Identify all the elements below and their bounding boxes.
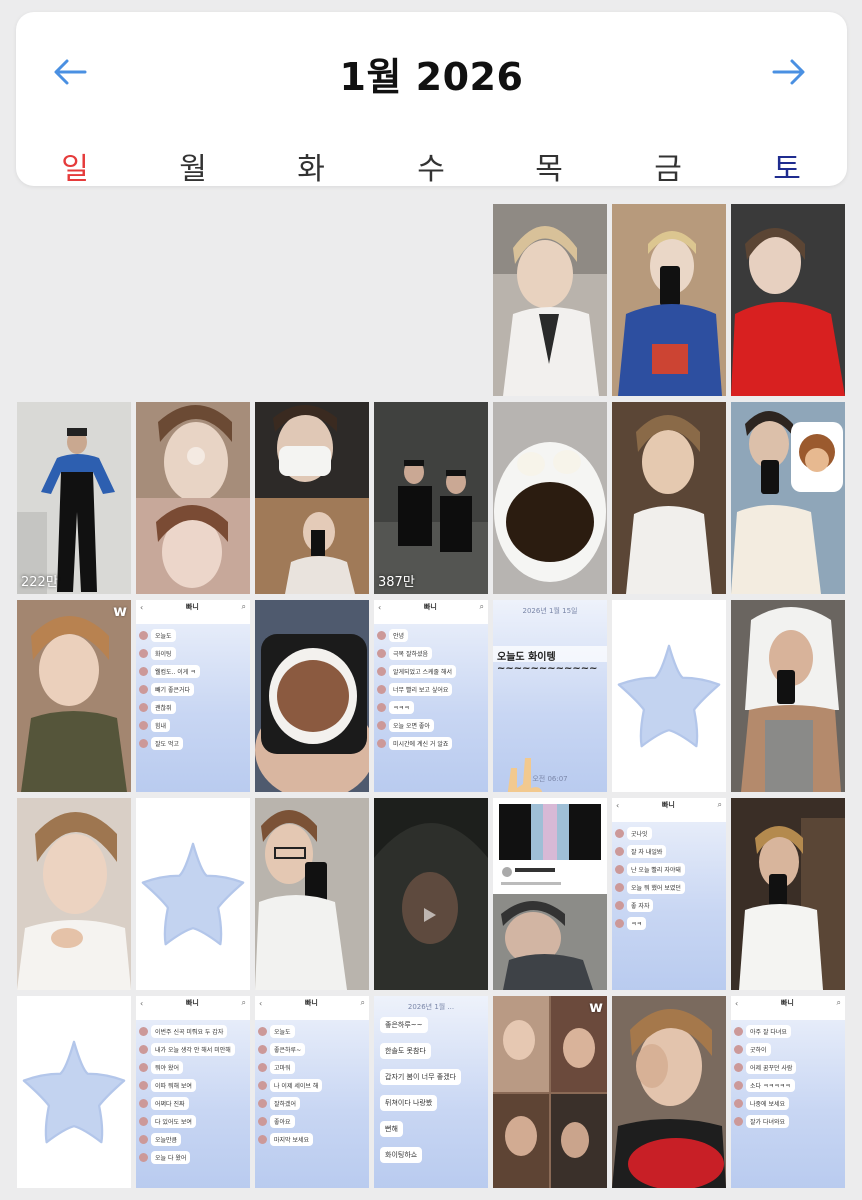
photo-thumbnail bbox=[731, 798, 845, 990]
view-count: 222만 bbox=[21, 575, 58, 590]
chat-screenshot[interactable]: ‹ 빠니 ⌕ 굿나잇 잘 자 내일봐 난 오늘 빨리 자야돼 오늘 뭐 했어 보였던… bbox=[612, 798, 726, 990]
weekday-saturday: 토 bbox=[773, 152, 801, 187]
calendar-day-thumbnail[interactable] bbox=[612, 402, 726, 594]
search-icon: ⌕ bbox=[717, 800, 722, 809]
photo-thumbnail bbox=[493, 402, 607, 594]
calendar-day-thumbnail[interactable] bbox=[493, 402, 607, 594]
weekday-sunday: 일 bbox=[61, 152, 89, 187]
chat-screenshot[interactable]: ‹ 빠니 ⌕ 오늘도 화이팅 웰컴도.. 이게 ㅋ 빼기 좋은거다 괜찮쥐 힘내 잘… bbox=[136, 600, 250, 792]
month-title: 1월 2026 bbox=[339, 55, 524, 99]
weekday-wednesday: 수 bbox=[417, 152, 445, 187]
photo-thumbnail bbox=[17, 600, 131, 792]
chat-screenshot[interactable]: ‹ 빠니 ⌕ 안녕 극복 잘하셨음 알게되었고 스케줄 해서 너무 빨리 보고 싶어… bbox=[374, 600, 488, 792]
view-count: 387만 bbox=[378, 575, 415, 590]
calendar-day-thumbnail[interactable] bbox=[731, 402, 845, 594]
photo-collage-thumbnail bbox=[136, 402, 250, 594]
calendar-day-thumbnail[interactable] bbox=[17, 798, 131, 990]
calendar-day-thumbnail[interactable] bbox=[731, 798, 845, 990]
photo-thumbnail bbox=[731, 204, 845, 396]
calendar-day-thumbnail[interactable]: 387만 bbox=[374, 402, 488, 594]
weekday-thursday: 목 bbox=[535, 152, 563, 187]
photo-collage-thumbnail bbox=[255, 402, 369, 594]
search-icon: ⌕ bbox=[479, 602, 484, 611]
next-month-button[interactable] bbox=[767, 50, 811, 94]
calendar-day-thumbnail[interactable] bbox=[374, 798, 488, 990]
calendar-day-thumbnail[interactable] bbox=[612, 996, 726, 1188]
weekday-tuesday: 화 bbox=[297, 152, 325, 187]
photo-thumbnail bbox=[374, 402, 488, 594]
back-icon: ‹ bbox=[378, 602, 382, 612]
calendar-day-thumbnail[interactable] bbox=[493, 798, 607, 990]
chat-screenshot[interactable]: ‹ 빠니 ⌕ 아주 잘 다녀요 굿하이 어제 꿈꾸던 사람 소다 ㅋㅋㅋㅋㅋ 나중에… bbox=[731, 996, 845, 1188]
calendar-day-thumbnail[interactable] bbox=[612, 204, 726, 396]
chat-date: 2026년 1월 15일 bbox=[522, 607, 578, 615]
star-icon bbox=[22, 1040, 126, 1144]
photo-thumbnail bbox=[612, 402, 726, 594]
photo-thumbnail bbox=[17, 402, 131, 594]
photo-thumbnail bbox=[17, 798, 131, 990]
calendar-day-thumbnail[interactable] bbox=[136, 798, 250, 990]
chat-timestamp: 오전 06:07 bbox=[532, 775, 568, 783]
weekday-monday: 월 bbox=[179, 152, 207, 187]
calendar-day-thumbnail[interactable]: w bbox=[493, 996, 607, 1188]
photo-thumbnail bbox=[731, 600, 845, 792]
chat-screenshot[interactable]: ‹ 빠니 ⌕ 오늘도 좋은하루~ 고마워 나 이제 세이브 해 잘하겠어 좋아요 마… bbox=[255, 996, 369, 1188]
search-icon: ⌕ bbox=[241, 998, 246, 1007]
calendar-day-thumbnail[interactable] bbox=[731, 600, 845, 792]
star-icon bbox=[141, 842, 245, 946]
photo-collage-thumbnail bbox=[493, 996, 607, 1188]
calendar-day-thumbnail[interactable] bbox=[731, 204, 845, 396]
photo-thumbnail bbox=[255, 798, 369, 990]
arrow-right-icon bbox=[772, 59, 805, 85]
photo-thumbnail bbox=[731, 402, 845, 594]
photo-thumbnail bbox=[255, 600, 369, 792]
star-icon bbox=[617, 644, 721, 748]
chat-screenshot[interactable]: 2026년 1월 15일 오늘도 화이텡~~~~~~~~~~~~ 오전 06:0… bbox=[493, 600, 607, 792]
calendar-day-thumbnail[interactable] bbox=[612, 600, 726, 792]
calendar-day-thumbnail[interactable] bbox=[493, 204, 607, 396]
calendar-day-thumbnail[interactable] bbox=[255, 402, 369, 594]
chat-date: 2026년 1월 ... bbox=[407, 1003, 455, 1011]
chat-screenshot[interactable]: ‹ 빠니 ⌕ 이번주 신곡 미뤄요 두 갑자 내가 오늘 생각 안 해서 미안해 뭐… bbox=[136, 996, 250, 1188]
back-icon: ‹ bbox=[140, 602, 144, 612]
weekday-friday: 금 bbox=[654, 152, 682, 187]
photo-thumbnail bbox=[493, 204, 607, 396]
search-icon: ⌕ bbox=[360, 998, 365, 1007]
search-icon: ⌕ bbox=[241, 602, 246, 611]
weverse-badge: w bbox=[113, 602, 127, 620]
video-thumbnail bbox=[374, 798, 488, 990]
chat-screenshot[interactable]: 2026년 1월 ... 좋은하루~~ 한솔도 못참다 갑자기 봄이 너무 좋겠… bbox=[374, 996, 488, 1188]
back-icon: ‹ bbox=[735, 998, 739, 1008]
weverse-badge: w bbox=[589, 998, 603, 1016]
chat-message: 오늘도 화이텡~~~~~~~~~~~~ bbox=[493, 646, 607, 674]
back-icon: ‹ bbox=[140, 998, 144, 1008]
photo-thumbnail bbox=[612, 204, 726, 396]
calendar-day-thumbnail[interactable] bbox=[136, 402, 250, 594]
back-icon: ‹ bbox=[616, 800, 620, 810]
back-icon: ‹ bbox=[259, 998, 263, 1008]
search-icon: ⌕ bbox=[836, 998, 841, 1007]
calendar-day-thumbnail[interactable] bbox=[255, 600, 369, 792]
calendar-day-thumbnail[interactable]: 222만 bbox=[17, 402, 131, 594]
calendar-day-thumbnail[interactable] bbox=[17, 996, 131, 1188]
calendar-day-thumbnail[interactable]: w bbox=[17, 600, 131, 792]
photo-thumbnail bbox=[612, 996, 726, 1188]
calendar-day-thumbnail[interactable] bbox=[255, 798, 369, 990]
photo-collage-thumbnail bbox=[493, 798, 607, 990]
calendar-header: 1월 2026 일 월 화 수 목 금 토 bbox=[16, 12, 847, 187]
